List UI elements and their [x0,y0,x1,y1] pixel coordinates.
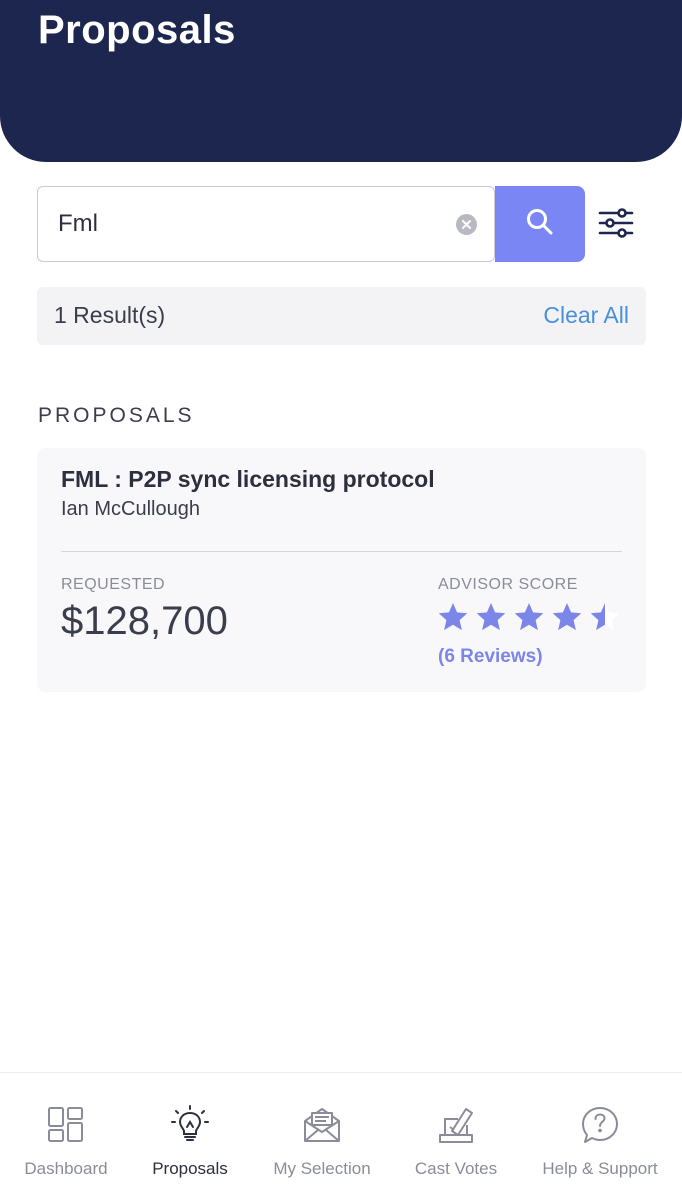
dashboard-icon [48,1107,83,1142]
search-icon [527,209,553,235]
proposal-author: Ian McCullough [61,498,200,520]
bottom-tab-bar: Dashboard Proposals My Selection Cast Vo… [0,1072,682,1201]
ballot-icon [439,1108,473,1143]
search-input[interactable] [56,201,440,247]
help-bubble-icon [582,1107,618,1143]
section-heading: PROPOSALS [38,404,195,427]
search-field[interactable] [37,186,495,262]
tab-help-support[interactable]: Help & Support [532,1073,668,1201]
tab-dashboard[interactable]: Dashboard [6,1073,126,1201]
page-header: Proposals [0,0,682,162]
search-button[interactable] [495,186,585,262]
clear-search-icon[interactable] [456,214,477,235]
envelope-icon [304,1108,340,1142]
results-bar: 1 Result(s) Clear All [37,287,646,345]
tab-label: Help & Support [542,1159,658,1178]
tab-my-selection[interactable]: My Selection [262,1073,382,1201]
star-icon [476,603,506,631]
tab-proposals[interactable]: Proposals [130,1073,250,1201]
requested-label: REQUESTED [61,576,166,593]
tab-label: Cast Votes [414,1159,498,1178]
proposal-title: FML : P2P sync licensing protocol [61,466,435,492]
search-row [37,186,637,262]
requested-amount: $128,700 [61,599,228,643]
clear-all-link[interactable]: Clear All [543,302,629,329]
star-icon [552,603,582,631]
tab-cast-votes[interactable]: Cast Votes [396,1073,516,1201]
tab-label: My Selection [273,1159,371,1178]
results-count: 1 Result(s) [54,302,166,328]
advisor-score-label: ADVISOR SCORE [438,576,578,593]
filter-icon[interactable] [597,204,635,242]
divider [61,551,622,552]
reviews-link[interactable]: (6 Reviews) [438,646,543,668]
star-icon [438,603,468,631]
lightbulb-icon [171,1105,209,1141]
proposal-card[interactable]: FML : P2P sync licensing protocol Ian Mc… [37,448,646,692]
star-icon [590,603,620,631]
tab-label: Proposals [152,1159,228,1178]
tab-label: Dashboard [24,1159,108,1178]
page-title: Proposals [38,8,236,52]
star-icon [514,603,544,631]
